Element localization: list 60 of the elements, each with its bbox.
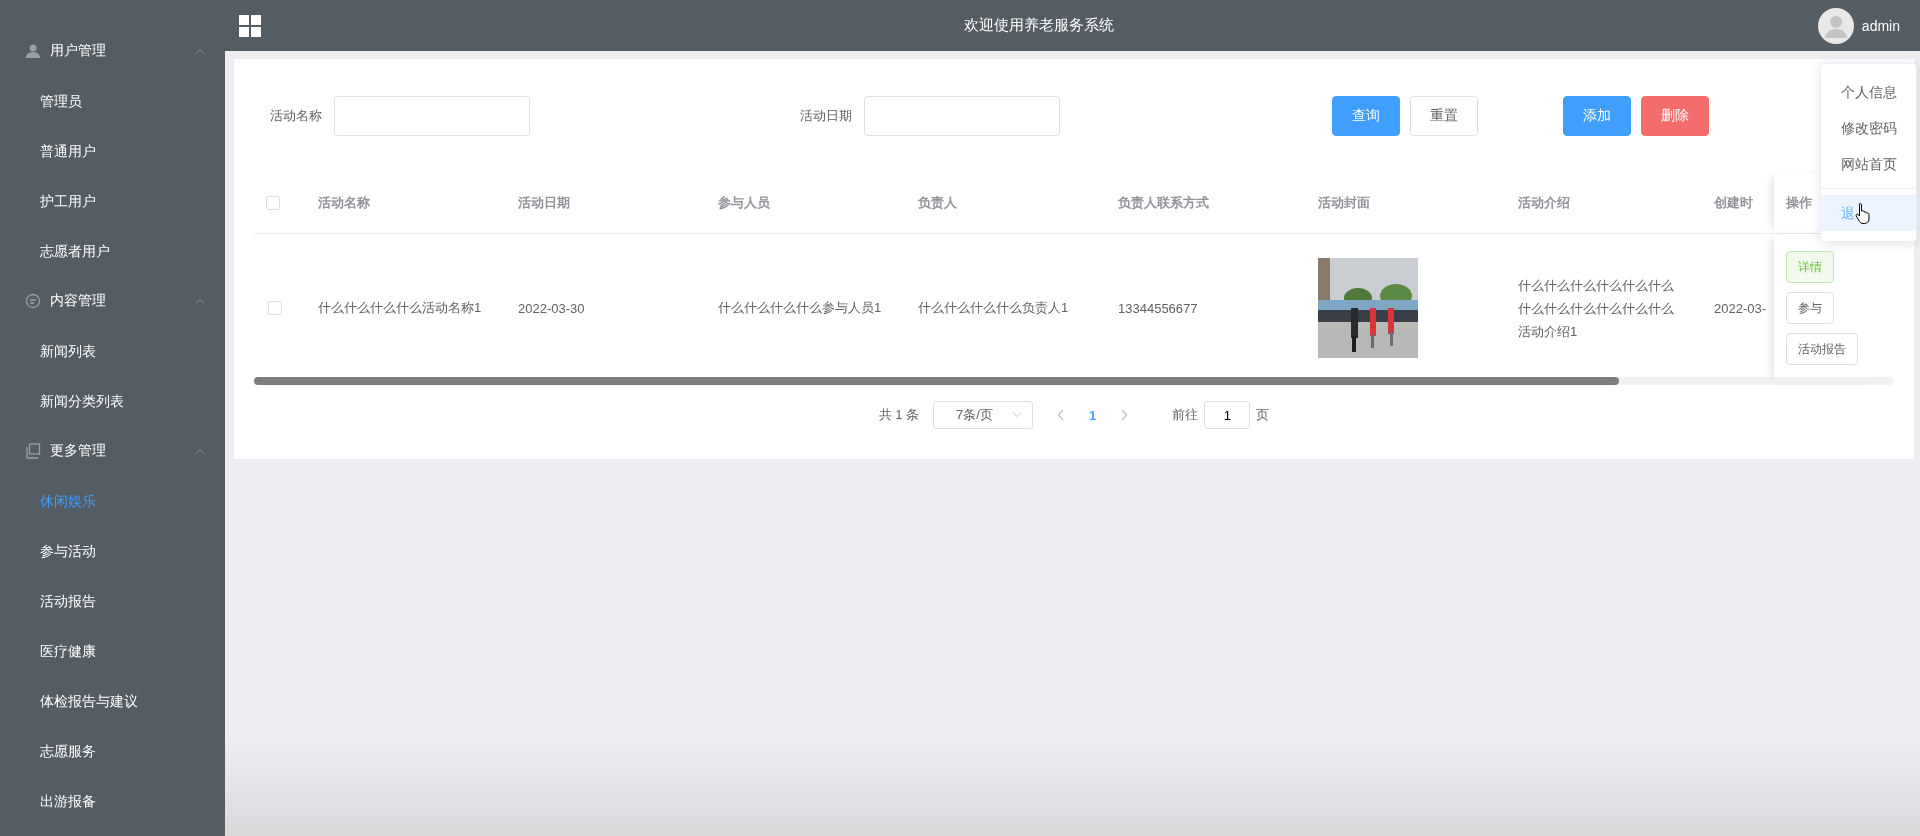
menu-group[interactable]: 更多管理: [0, 426, 225, 476]
reset-button[interactable]: 重置: [1410, 96, 1478, 136]
sidebar-item[interactable]: 活动报告: [0, 576, 225, 626]
table-cell: 13344556677: [1118, 300, 1198, 316]
page-input[interactable]: 1: [1204, 401, 1251, 429]
sidebar-item[interactable]: 体检报告与建议: [0, 676, 225, 726]
grid-icon: [239, 14, 261, 37]
column-header: 活动介绍: [1518, 195, 1570, 210]
action-button[interactable]: 参与: [1786, 292, 1834, 324]
table-cell: 什么什么什么什么负责人1: [918, 300, 1069, 315]
checkbox[interactable]: [268, 301, 282, 315]
person-icon: [25, 43, 41, 59]
sidebar-item[interactable]: 志愿者用户: [0, 226, 225, 276]
sidebar-item[interactable]: 护工用户: [0, 176, 225, 226]
table-cell: 2022-03-30: [518, 300, 585, 316]
sidebar-item[interactable]: 出游报备: [0, 776, 225, 826]
goto-label: 前往: [1172, 406, 1199, 424]
menu-group[interactable]: 用户管理: [0, 26, 225, 76]
column-header: 负责人联系方式: [1118, 195, 1209, 210]
menu-item[interactable]: 个人信息: [1841, 74, 1897, 110]
user-name[interactable]: admin: [1861, 17, 1900, 34]
field-label: 活动名称: [270, 107, 322, 125]
checkbox[interactable]: [266, 196, 280, 210]
text-field[interactable]: [334, 96, 530, 136]
sidebar-item[interactable]: 普通用户: [0, 126, 225, 176]
pointer-cursor-icon: [1855, 202, 1871, 224]
menu-item[interactable]: 网站首页: [1841, 146, 1897, 182]
next-icon: [1120, 409, 1129, 421]
chevron-down-icon: [1012, 412, 1023, 418]
scrollbar[interactable]: [254, 377, 1619, 385]
table-cell: 什么什么什么什么活动名称1: [318, 300, 482, 315]
page-size-select[interactable]: 7条/页: [933, 401, 1034, 429]
column-header: 活动日期: [518, 195, 570, 210]
sidebar-item[interactable]: 新闻分类列表: [0, 376, 225, 426]
chat-icon: [25, 293, 41, 309]
menu-group[interactable]: 内容管理: [0, 276, 225, 326]
page-title: 欢迎使用养老服务系统: [963, 16, 1116, 35]
sidebar-item[interactable]: 参与活动: [0, 526, 225, 576]
table-cell: 2022-03-: [1714, 300, 1767, 316]
table-cell-text: 什么什么什么什么什么什么什么什么什么什么什么什么活动介绍1: [1518, 276, 1675, 341]
page-suffix: 页: [1256, 406, 1270, 424]
column-header: 操作: [1786, 194, 1812, 212]
column-header: 创建时: [1714, 195, 1753, 210]
action-button[interactable]: 活动报告: [1786, 333, 1858, 365]
column-header: 活动封面: [1318, 195, 1370, 210]
column-header: 活动名称: [318, 195, 370, 210]
sidebar-item[interactable]: 医疗健康: [0, 626, 225, 676]
total-count: 共 1 条: [878, 406, 920, 424]
table-cell: 什么什么什么什么参与人员1: [718, 300, 882, 315]
column-header: 负责人: [918, 195, 957, 210]
sidebar-item[interactable]: 管理员: [0, 76, 225, 126]
field-label: 活动日期: [800, 107, 852, 125]
text-field[interactable]: [864, 96, 1060, 136]
sidebar-item[interactable]: 新闻列表: [0, 326, 225, 376]
copy-icon: [25, 443, 41, 459]
menu-item[interactable]: 修改密码: [1841, 110, 1897, 146]
column-header: 参与人员: [718, 195, 770, 210]
avatar-icon: [1817, 7, 1854, 44]
previous-icon: [1057, 409, 1066, 421]
sidebar-item[interactable]: 志愿服务: [0, 726, 225, 776]
